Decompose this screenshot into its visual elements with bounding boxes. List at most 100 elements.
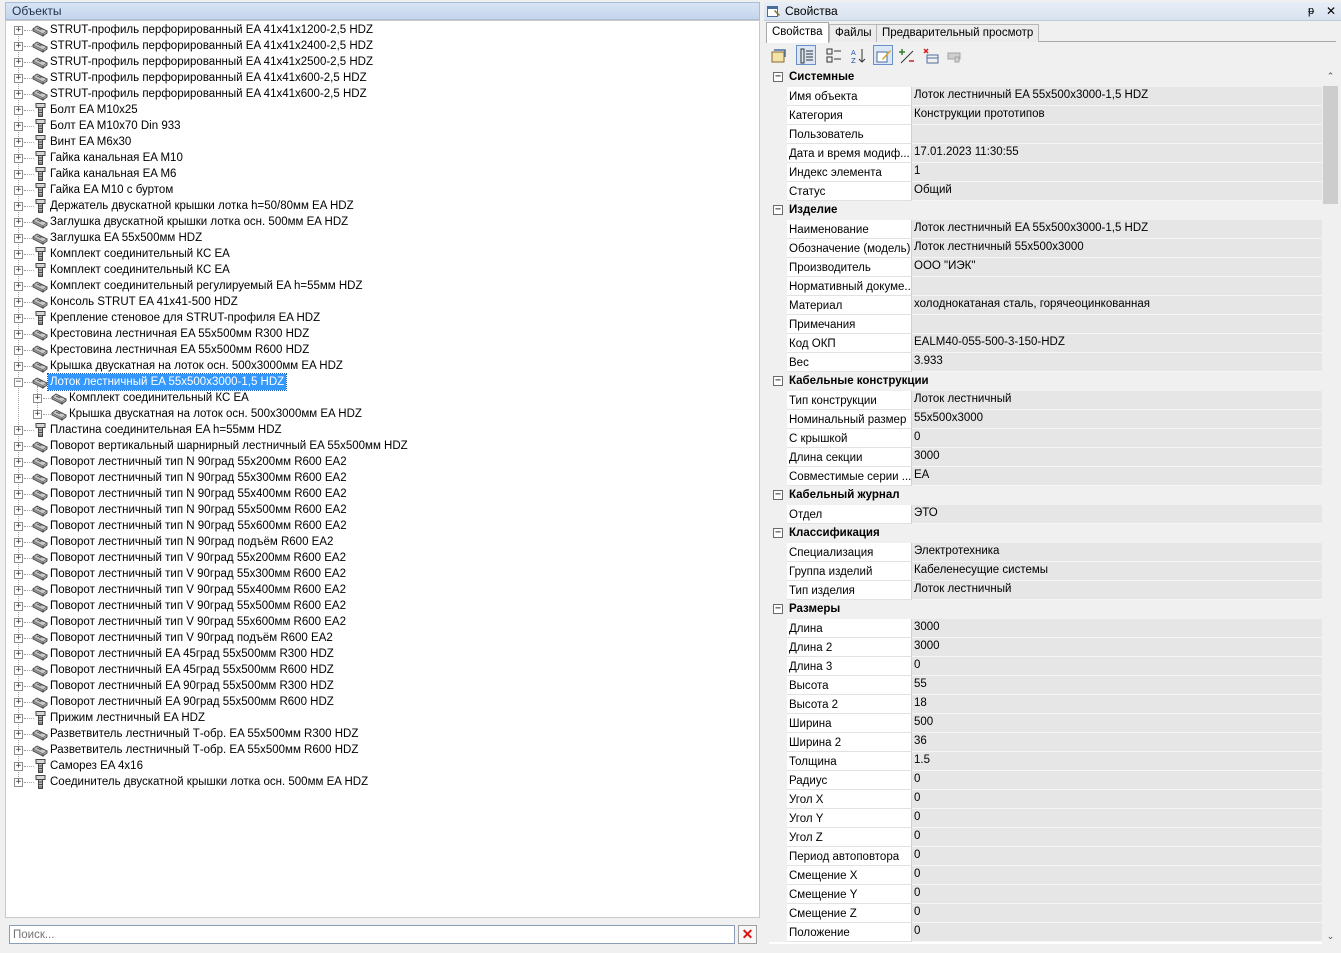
expand-icon[interactable]: + [14, 474, 23, 483]
expand-icon[interactable]: + [14, 634, 23, 643]
property-value[interactable]: 0 [912, 771, 1322, 790]
scroll-thumb[interactable] [1323, 86, 1338, 204]
property-value[interactable] [912, 277, 1322, 296]
expand-icon[interactable]: + [14, 122, 23, 131]
tab-properties[interactable]: Свойства [766, 22, 829, 43]
delete-button[interactable] [920, 45, 940, 65]
expand-icon[interactable]: + [14, 714, 23, 723]
grouped-button[interactable] [823, 45, 843, 65]
property-category[interactable]: − Кабельный журнал [769, 486, 1322, 505]
property-row[interactable]: Длина секции 3000 [769, 448, 1322, 467]
property-row[interactable]: Номинальный размер 55x500x3000 [769, 410, 1322, 429]
property-value[interactable]: Кабеленесущие системы [912, 562, 1322, 581]
expand-icon[interactable]: + [14, 730, 23, 739]
tab-files[interactable]: Файлы [829, 24, 878, 42]
property-value[interactable]: 0 [912, 847, 1322, 866]
expand-icon[interactable]: + [14, 138, 23, 147]
property-row[interactable]: Тип изделия Лоток лестничный [769, 581, 1322, 600]
tree-item[interactable]: + Поворот лестничный EA 45град 55x500мм R… [6, 662, 746, 678]
collapse-icon[interactable]: − [773, 490, 783, 500]
tree-item[interactable]: + Поворот лестничный EA 45град 55x500мм R… [6, 646, 746, 662]
tree-item[interactable]: + Поворот лестничный тип N 90град 55x300м… [6, 470, 746, 486]
expand-icon[interactable]: + [14, 506, 23, 515]
expand-icon[interactable]: + [14, 106, 23, 115]
property-value[interactable]: 3000 [912, 448, 1322, 467]
property-row[interactable]: Специализация Электротехника [769, 543, 1322, 562]
property-value[interactable]: Общий [912, 182, 1322, 201]
tree-item[interactable]: − Лоток лестничный EA 55x500x3000-1,5 HDZ [6, 373, 746, 391]
expand-icon[interactable]: + [14, 778, 23, 787]
expand-icon[interactable]: + [14, 746, 23, 755]
close-panel-icon[interactable]: ✕ [1326, 2, 1336, 20]
property-category[interactable]: − Кабельные конструкции [769, 372, 1322, 391]
property-row[interactable]: Группа изделий Кабеленесущие системы [769, 562, 1322, 581]
expand-icon[interactable]: + [14, 426, 23, 435]
property-row[interactable]: Имя объекта Лоток лестничный EA 55x500x30… [769, 87, 1322, 106]
expand-icon[interactable]: + [14, 522, 23, 531]
property-row[interactable]: Пользователь [769, 125, 1322, 144]
property-value[interactable]: 0 [912, 429, 1322, 448]
property-value[interactable]: 3000 [912, 619, 1322, 638]
tree-item[interactable]: + STRUT-профиль перфорированный EA 41x41x… [6, 54, 746, 70]
tree-item[interactable]: + Поворот лестничный тип V 90град 55x600м… [6, 614, 746, 630]
property-value[interactable]: холоднокатаная сталь, горячеоцинкованная [912, 296, 1322, 315]
property-value[interactable]: EA [912, 467, 1322, 486]
property-value[interactable]: 17.01.2023 11:30:55 [912, 144, 1322, 163]
property-value[interactable]: 500 [912, 714, 1322, 733]
property-value[interactable]: Конструкции прототипов [912, 106, 1322, 125]
tree-item[interactable]: + Болт EA M10x25 [6, 102, 746, 118]
property-row[interactable]: Смещение Y0 [769, 885, 1322, 904]
property-value[interactable]: 0 [912, 923, 1322, 942]
add-remove-button[interactable] [896, 45, 916, 65]
property-row[interactable]: Обозначение (модель) Лоток лестничный 55x… [769, 239, 1322, 258]
property-category[interactable]: − Размеры [769, 600, 1322, 619]
property-value[interactable]: Лоток лестничный 55x500x3000 [912, 239, 1322, 258]
property-value[interactable]: 0 [912, 885, 1322, 904]
expand-icon[interactable]: + [14, 298, 23, 307]
expand-icon[interactable]: + [33, 410, 42, 419]
expand-icon[interactable]: + [14, 42, 23, 51]
tree-item[interactable]: + Поворот лестничный EA 90град 55x500мм R… [6, 678, 746, 694]
property-row[interactable]: Период автоповтора 0 [769, 847, 1322, 866]
tree-item[interactable]: + Болт EA M10x70 Din 933 [6, 118, 746, 134]
expand-icon[interactable]: + [14, 554, 23, 563]
property-value[interactable]: 18 [912, 695, 1322, 714]
tree-item[interactable]: + Комплект соединительный КС EA [6, 262, 746, 278]
property-value[interactable]: 55x500x3000 [912, 410, 1322, 429]
scroll-down-icon[interactable]: ⌄ [1322, 928, 1339, 944]
expand-icon[interactable]: + [14, 570, 23, 579]
property-row[interactable]: Нормативный докуме... [769, 277, 1322, 296]
expand-icon[interactable]: + [14, 202, 23, 211]
expand-icon[interactable]: + [14, 58, 23, 67]
property-category[interactable]: − Классификация [769, 524, 1322, 543]
property-row[interactable]: Толщина 1.5 [769, 752, 1322, 771]
property-row[interactable]: Радиус 0 [769, 771, 1322, 790]
tree-item[interactable]: + Поворот лестничный тип V 90град 55x200м… [6, 550, 746, 566]
collapse-icon[interactable]: − [773, 72, 783, 82]
tree-item[interactable]: + Саморез EA 4x16 [6, 758, 746, 774]
property-value[interactable]: 0 [912, 657, 1322, 676]
tree-item[interactable]: + Разветвитель лестничный Т-обр. EA 55x50… [6, 742, 746, 758]
property-value[interactable]: Лоток лестничный [912, 581, 1322, 600]
property-value[interactable]: Лоток лестничный EA 55x500x3000-1,5 HDZ [912, 87, 1322, 106]
tree-item[interactable]: + Поворот лестничный тип V 90град 55x400м… [6, 582, 746, 598]
expand-icon[interactable]: + [14, 74, 23, 83]
property-value[interactable]: 1.5 [912, 752, 1322, 771]
expand-icon[interactable]: + [33, 394, 42, 403]
tree-item[interactable]: + Поворот лестничный тип V 90град 55x300м… [6, 566, 746, 582]
property-row[interactable]: Совместимые серии ... EA [769, 467, 1322, 486]
expand-icon[interactable]: + [14, 458, 23, 467]
property-value[interactable]: 1 [912, 163, 1322, 182]
expand-icon[interactable]: + [14, 314, 23, 323]
collapse-icon[interactable]: − [773, 376, 783, 386]
tree-item[interactable]: + Поворот лестничный тип V 90град подъём … [6, 630, 746, 646]
expand-icon[interactable]: + [14, 234, 23, 243]
tree-item[interactable]: + Консоль STRUT EA 41x41-500 HDZ [6, 294, 746, 310]
tree-item[interactable]: + Прижим лестничный EA HDZ [6, 710, 746, 726]
property-row[interactable]: Длина 2 3000 [769, 638, 1322, 657]
property-row[interactable]: Наименование Лоток лестничный EA 55x500x3… [769, 220, 1322, 239]
expand-icon[interactable]: + [14, 186, 23, 195]
disabled-button[interactable] [944, 45, 964, 65]
property-row[interactable]: Код ОКП EALM40-055-500-3-150-HDZ [769, 334, 1322, 353]
property-row[interactable]: Смещение X0 [769, 866, 1322, 885]
